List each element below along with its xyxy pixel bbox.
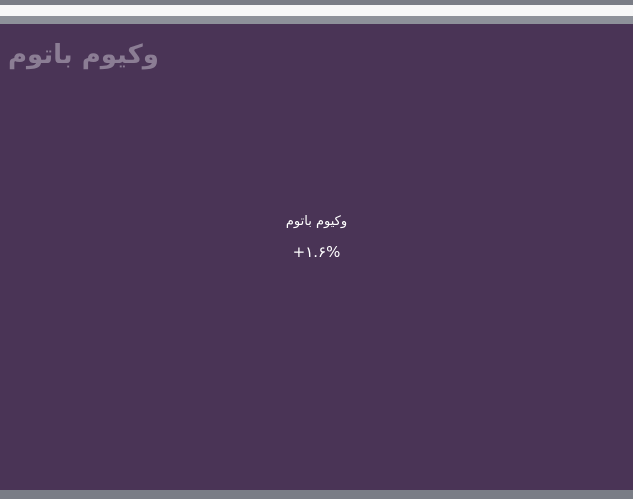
tile-label: وکیوم باتوم bbox=[285, 214, 348, 229]
treemap-tile[interactable]: وکیوم باتوم +۱.۶% bbox=[0, 24, 633, 490]
header-gray-band bbox=[0, 16, 633, 24]
tile-change-percent: +۱.۶% bbox=[292, 243, 341, 261]
bottom-frame-band bbox=[0, 490, 633, 499]
market-panel: وکیوم باتوم وکیوم باتوم +۱.۶% bbox=[0, 24, 633, 490]
treemap-view: وکیوم باتوم وکیوم باتوم +۱.۶% bbox=[0, 0, 633, 499]
top-white-bar bbox=[0, 5, 633, 16]
